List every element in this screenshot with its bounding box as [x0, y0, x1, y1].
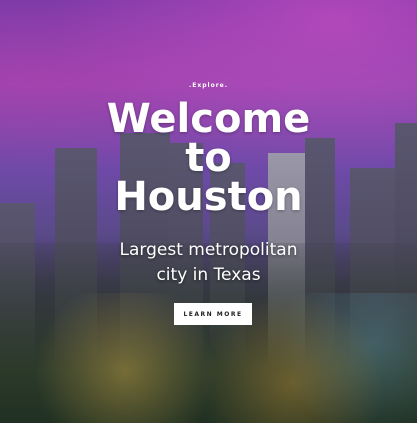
- hero-section: .Explore. Welcome to Houston Largest met…: [0, 0, 417, 423]
- hero-title: Welcome to Houston: [0, 96, 417, 220]
- subtitle-line: Largest metropolitan: [119, 240, 298, 260]
- eyebrow-text: .Explore.: [188, 82, 229, 89]
- title-line: Houston: [114, 174, 303, 220]
- hero-subtitle: Largest metropolitan city in Texas: [0, 238, 417, 288]
- subtitle-line: city in Texas: [156, 265, 261, 285]
- title-line: to: [185, 135, 232, 181]
- title-line: Welcome: [106, 96, 311, 142]
- learn-more-button[interactable]: LEARN MORE: [174, 303, 252, 325]
